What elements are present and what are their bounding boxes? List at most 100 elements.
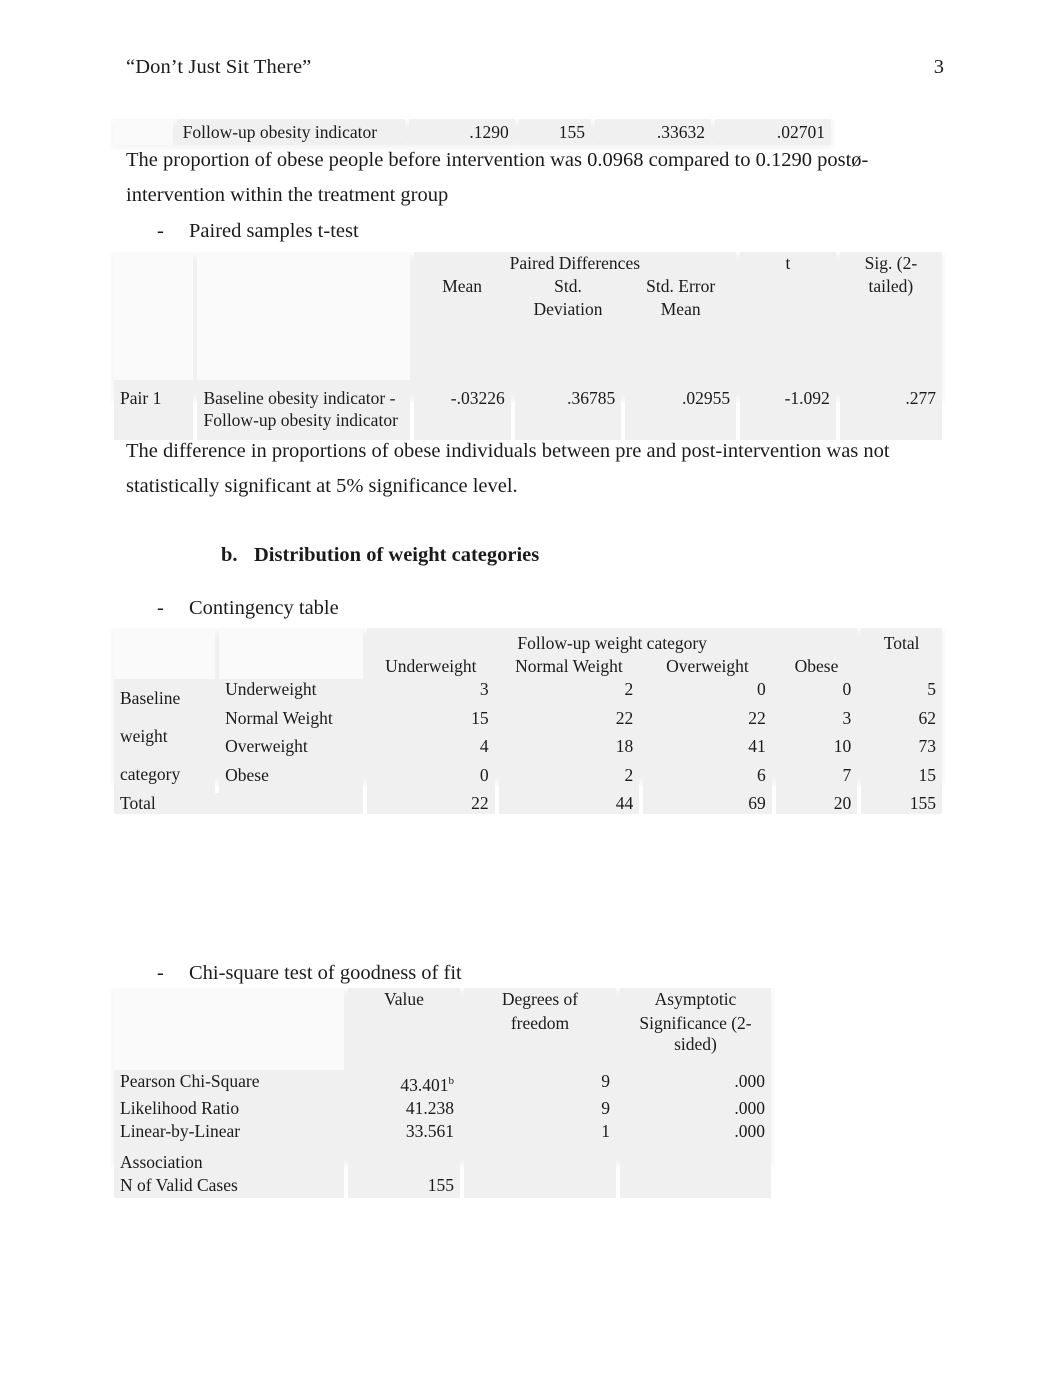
table-header-row-sub: freedom Significance (2-sided)	[114, 1011, 771, 1070]
value-n-valid-cases: 155	[348, 1174, 460, 1198]
column-header-t: t	[740, 252, 836, 298]
row-label: N of Valid Cases	[114, 1174, 344, 1198]
column-header-mean: Mean	[413, 274, 511, 298]
cell-row-total: 5	[861, 679, 942, 708]
row-label: Underweight	[219, 679, 364, 708]
table-contingency-weight-categories: Follow-up weight category Total Underwei…	[110, 628, 946, 814]
empty-cell	[114, 119, 173, 145]
dash-marker: -	[157, 597, 164, 619]
table-row: Baseline weight category Underweight 3 2…	[114, 679, 942, 793]
cell-value: 0	[775, 679, 858, 708]
cell-value: 7	[775, 764, 858, 793]
column-group-followup-weight-category: Follow-up weight category	[367, 628, 858, 656]
cell-column-total: 69	[643, 793, 772, 814]
row-group-line2: weight	[120, 726, 168, 746]
empty-cell-corner	[114, 988, 344, 1012]
cell-row-total: 73	[861, 736, 942, 765]
row-label: Normal Weight	[219, 707, 364, 736]
heading-section-b: b. Distribution of weight categories	[126, 540, 944, 570]
empty-df	[464, 1174, 616, 1198]
column-header-overweight: Overweight	[643, 655, 772, 679]
cell-value: 18	[498, 736, 640, 765]
column-header-obese: Obese	[775, 655, 858, 679]
subheading-label: Chi-square test of goodness of fit	[189, 962, 462, 984]
cell-value: 6	[643, 764, 772, 793]
column-header-sig-line1: Sig. (2-	[839, 252, 942, 275]
table-row: Linear-by-Linear 33.561 1 .000	[114, 1120, 771, 1144]
variables-line2: Follow-up obesity indicator	[203, 409, 398, 430]
cell-value: 2	[498, 764, 640, 793]
row-label-continuation: Association	[114, 1143, 344, 1175]
page-header: “Don’t Just Sit There” 3	[126, 56, 944, 79]
table: Paired Differences t Sig. (2- Mean Std. …	[110, 252, 946, 440]
column-header-std-error-mean-line2: Mean	[625, 298, 737, 380]
table: Follow-up obesity indicator .1290 155 .3…	[110, 119, 835, 145]
value-df: 1	[464, 1120, 616, 1144]
table-paired-samples-t-test: Paired Differences t Sig. (2- Mean Std. …	[110, 252, 946, 440]
row-label: Likelihood Ratio	[114, 1096, 344, 1121]
table-row: Pair 1 Baseline obesity indicator - Foll…	[114, 380, 942, 440]
value-number: 43.401	[400, 1074, 449, 1095]
empty-cell-corner-b	[219, 628, 364, 656]
section-label: Distribution of weight categories	[254, 544, 540, 566]
value-std-error-mean: .02701	[714, 119, 831, 145]
column-header-sig-line1: Asymptotic	[620, 988, 771, 1012]
value-statistic: 41.238	[348, 1096, 460, 1121]
cell-value: 22	[643, 707, 772, 736]
empty-cell-variables	[197, 252, 410, 380]
empty-cell-total	[861, 655, 942, 679]
section-marker: b.	[221, 544, 238, 566]
cell-column-total: 22	[367, 793, 495, 814]
empty-cell-t	[740, 298, 836, 380]
column-header-df-line2: freedom	[464, 1011, 616, 1070]
empty-cell-value	[348, 1011, 460, 1070]
value-statistic: 33.561	[348, 1120, 460, 1144]
value-n: 155	[518, 119, 592, 145]
table-row: N of Valid Cases 155	[114, 1174, 771, 1198]
empty-cell-corner-a	[114, 628, 216, 656]
value-statistic: 43.401b	[348, 1069, 460, 1097]
row-label: Overweight	[219, 736, 364, 765]
empty-sig	[620, 1143, 771, 1175]
row-group-label-baseline-weight-category: Baseline weight category	[114, 679, 216, 793]
empty-cell-b	[219, 655, 364, 679]
cell-column-total: 44	[498, 793, 640, 814]
value-sig: .000	[620, 1120, 771, 1144]
subheading-label: Paired samples t-test	[189, 220, 359, 242]
column-header-value: Value	[348, 988, 460, 1012]
column-header-total: Total	[861, 628, 942, 656]
row-label: Pearson Chi-Square	[114, 1069, 344, 1097]
document-page: “Don’t Just Sit There” 3 Follow-up obesi…	[0, 0, 1062, 1377]
row-group-line3: category	[120, 764, 181, 784]
page-number: 3	[933, 56, 944, 78]
value-mean: .1290	[408, 119, 515, 145]
row-label: Follow-up obesity indicator	[176, 119, 405, 145]
paragraph-significance: The difference in proportions of obese i…	[126, 440, 890, 497]
subheading-contingency-table: - Contingency table	[126, 593, 944, 623]
empty-cell-sig	[839, 298, 942, 380]
cell-value: 3	[775, 707, 858, 736]
empty-cell-mean	[413, 298, 511, 380]
value-sig: .277	[839, 380, 942, 440]
cell-grand-total: 155	[861, 793, 942, 814]
column-header-underweight: Underweight	[367, 655, 495, 679]
value-df: 9	[464, 1096, 616, 1121]
row-label-total: Total	[114, 793, 364, 814]
column-header-std-deviation-line2: Deviation	[514, 298, 622, 380]
table: Value Degrees of Asymptotic freedom Sign…	[110, 988, 775, 1198]
table-row: Normal Weight 15 22 22 3 62	[114, 707, 942, 736]
cell-row-total: 62	[861, 707, 942, 736]
table-row-total: Total 22 44 69 20 155	[114, 793, 942, 814]
empty-cell-corner	[114, 252, 194, 380]
value-sig: .000	[620, 1069, 771, 1097]
column-header-sig-line2: Significance (2-sided)	[620, 1011, 771, 1070]
variables-line1: Baseline obesity indicator -	[203, 388, 396, 408]
subheading-paired-t-test: - Paired samples t-test	[126, 216, 944, 246]
running-title: “Don’t Just Sit There”	[126, 56, 312, 78]
row-group-line1: Baseline	[120, 688, 181, 708]
subheading-label: Contingency table	[189, 597, 339, 619]
value-std-deviation: .36785	[514, 380, 622, 440]
column-header-df-line1: Degrees of	[464, 988, 616, 1012]
cell-value: 41	[643, 736, 772, 765]
column-header-std-deviation-line1: Std.	[514, 274, 622, 298]
